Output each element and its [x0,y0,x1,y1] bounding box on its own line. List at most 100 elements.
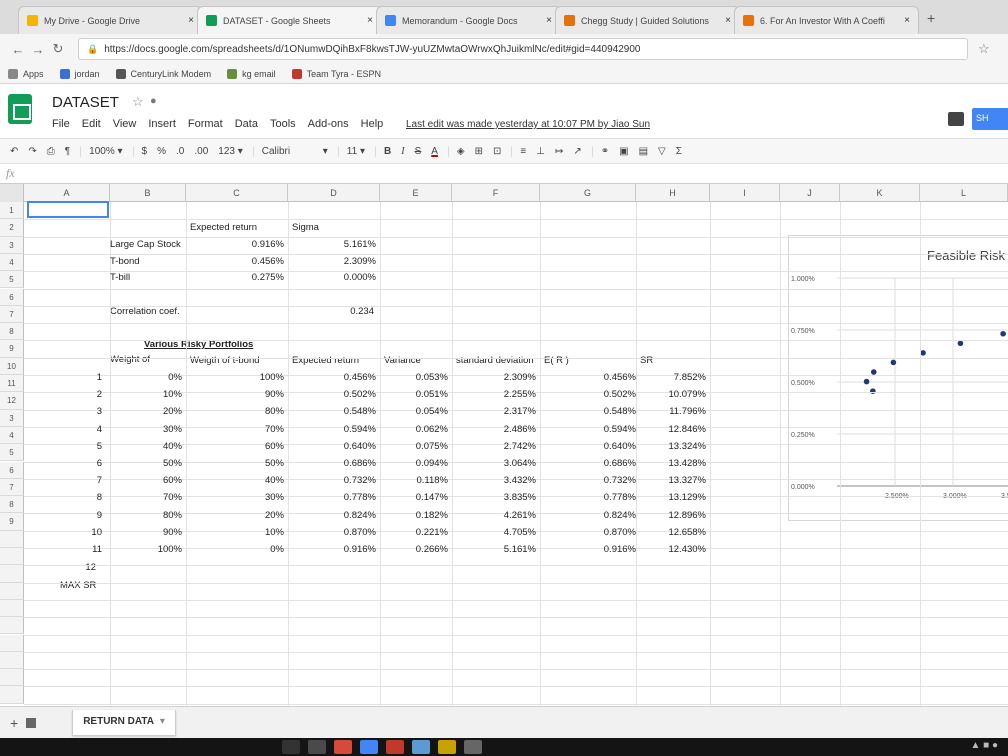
column-header[interactable]: K [840,184,920,202]
insert-link-icon[interactable]: ⚭ [591,145,609,157]
portfolio-er-cell[interactable]: 0.502% [288,389,380,400]
portfolio-index-cell[interactable]: 4 [24,424,106,435]
tab-close-icon[interactable]: × [367,15,373,26]
portfolio-er2-cell[interactable]: 0.778% [540,492,640,503]
portfolio-sr-cell[interactable]: 12.658% [636,527,710,538]
portfolio-sr-cell[interactable]: 12.896% [636,510,710,521]
bookmark-item[interactable]: Apps [8,68,44,79]
asset-er-cell[interactable]: 0.275% [186,272,288,283]
portfolio-er-cell[interactable]: 0.778% [288,492,380,503]
system-tray-icon[interactable]: ▲ ■ ● [970,740,998,751]
column-header[interactable]: B [110,184,186,202]
taskbar-store-icon[interactable] [308,740,326,754]
portfolio-weight-cell[interactable]: 100% [106,544,186,555]
column-header[interactable]: H [636,184,710,202]
all-sheets-icon[interactable] [26,717,37,728]
portfolio-weight-cell[interactable]: 30% [106,424,186,435]
select-all-corner[interactable] [0,184,24,202]
row-header[interactable]: 7 [0,305,24,324]
row-header[interactable] [0,617,24,635]
address-bar[interactable]: 🔒 https://docs.google.com/spreadsheets/d… [78,38,968,60]
percent-format-button[interactable]: % [157,146,166,157]
taskbar-image-icon[interactable] [464,740,482,754]
row-header[interactable]: 10 [0,357,24,375]
horizontal-align-icon[interactable]: ≡ [511,145,526,157]
portfolio-sd-cell[interactable]: 3.064% [452,458,540,469]
row-header[interactable]: 12 [0,392,24,410]
insert-comment-icon[interactable]: ▣ [619,146,628,157]
asset-er-cell[interactable]: 0.916% [186,239,288,250]
portfolio-variance-cell[interactable]: 0.147% [380,492,452,503]
portfolio-er-cell[interactable]: 0.916% [288,544,380,555]
portfolio-er2-cell[interactable]: 0.686% [540,458,640,469]
portfolio-weight-cell[interactable]: 60% [106,475,186,486]
portfolio-variance-cell[interactable]: 0.266% [380,544,452,555]
portfolio-sd-cell[interactable]: 2.255% [452,389,540,400]
portfolio-er-cell[interactable]: 0.548% [288,406,380,417]
portfolio-sr-cell[interactable]: 12.846% [636,424,710,435]
portfolio-index-cell[interactable]: 11 [24,544,106,555]
portfolio-variance-cell[interactable]: 0.054% [380,406,452,417]
font-select-caret-icon[interactable]: ▾ [323,146,328,157]
column-header[interactable]: C [186,184,288,202]
tab-close-icon[interactable]: × [188,15,194,26]
document-title[interactable]: DATASET [52,94,119,111]
bold-button[interactable]: B [375,145,391,157]
row-header[interactable]: 3 [0,236,24,254]
sigma-header[interactable]: Sigma [288,222,323,233]
comments-icon[interactable] [948,112,964,126]
row-header[interactable] [0,634,24,652]
portfolio-index-cell[interactable]: 9 [24,510,106,521]
merge-cells-icon[interactable]: ⊡ [493,146,501,157]
row-header[interactable]: 1 [0,202,24,220]
portfolio-er-cell[interactable]: 0.594% [288,424,380,435]
variance-header[interactable]: Variance [380,355,425,366]
last-edit-link[interactable]: Last edit was made yesterday at 10:07 PM… [406,119,650,130]
std-dev-header[interactable]: standard deviation [452,355,538,366]
expected-return-header[interactable]: Expected return [186,222,261,233]
bookmark-star-icon[interactable]: ☆ [978,41,990,57]
row-header[interactable] [0,565,24,583]
portfolio-sr-cell[interactable]: 11.796% [636,406,710,417]
portfolio-er-cell[interactable]: 0.640% [288,441,380,452]
portfolio-er2-cell[interactable]: 0.456% [540,372,640,383]
portfolio-tbond-weight-cell[interactable]: 30% [186,492,288,503]
portfolio-er-cell[interactable]: 0.870% [288,527,380,538]
column-header[interactable]: D [288,184,380,202]
undo-icon[interactable]: ↶ [10,146,18,157]
menu-item[interactable]: Data [235,118,258,130]
portfolio-sd-cell[interactable]: 2.742% [452,441,540,452]
portfolio-weight-cell[interactable]: 10% [106,389,186,400]
portfolio-weight-cell[interactable]: 80% [106,510,186,521]
menu-item[interactable]: Insert [148,118,176,130]
menu-item[interactable]: View [113,118,137,130]
increase-decimal-button[interactable]: .00 [194,146,208,157]
portfolio-index-cell[interactable]: 8 [24,492,106,503]
row-header[interactable]: 11 [0,375,24,393]
bookmark-item[interactable]: Team Tyra - ESPN [291,68,381,79]
row-header[interactable]: 5 [0,444,24,462]
sheet-tab-return-data[interactable]: RETURN DATA ▾ [72,709,176,736]
portfolio-er2-cell[interactable]: 0.594% [540,424,640,435]
star-icon[interactable]: ☆ [132,94,144,110]
portfolio-sd-cell[interactable]: 2.486% [452,424,540,435]
row-header[interactable] [0,669,24,687]
portfolio-variance-cell[interactable]: 0.182% [380,510,452,521]
paint-format-icon[interactable]: ¶ [65,146,70,157]
back-icon[interactable]: ← [8,42,28,57]
weight-header[interactable]: Weight of [106,354,154,365]
column-header[interactable]: I [710,184,780,202]
menu-item[interactable]: Add-ons [308,118,349,130]
row-header[interactable] [0,548,24,566]
portfolio-er2-cell[interactable]: 0.870% [540,527,640,538]
asset-er-cell[interactable]: 0.456% [186,256,288,267]
portfolio-sd-cell[interactable]: 4.261% [452,510,540,521]
portfolio-tbond-weight-cell[interactable]: 50% [186,458,288,469]
portfolio-tbond-weight-cell[interactable]: 90% [186,389,288,400]
taskbar-gmail-icon[interactable] [386,740,404,754]
strikethrough-button[interactable]: S [415,146,422,157]
font-size-select[interactable]: 11 ▾ [337,145,365,157]
portfolio-sd-cell[interactable]: 3.835% [452,492,540,503]
tab-close-icon[interactable]: × [904,15,910,26]
browser-tab[interactable]: DATASET - Google Sheets × [197,6,382,34]
